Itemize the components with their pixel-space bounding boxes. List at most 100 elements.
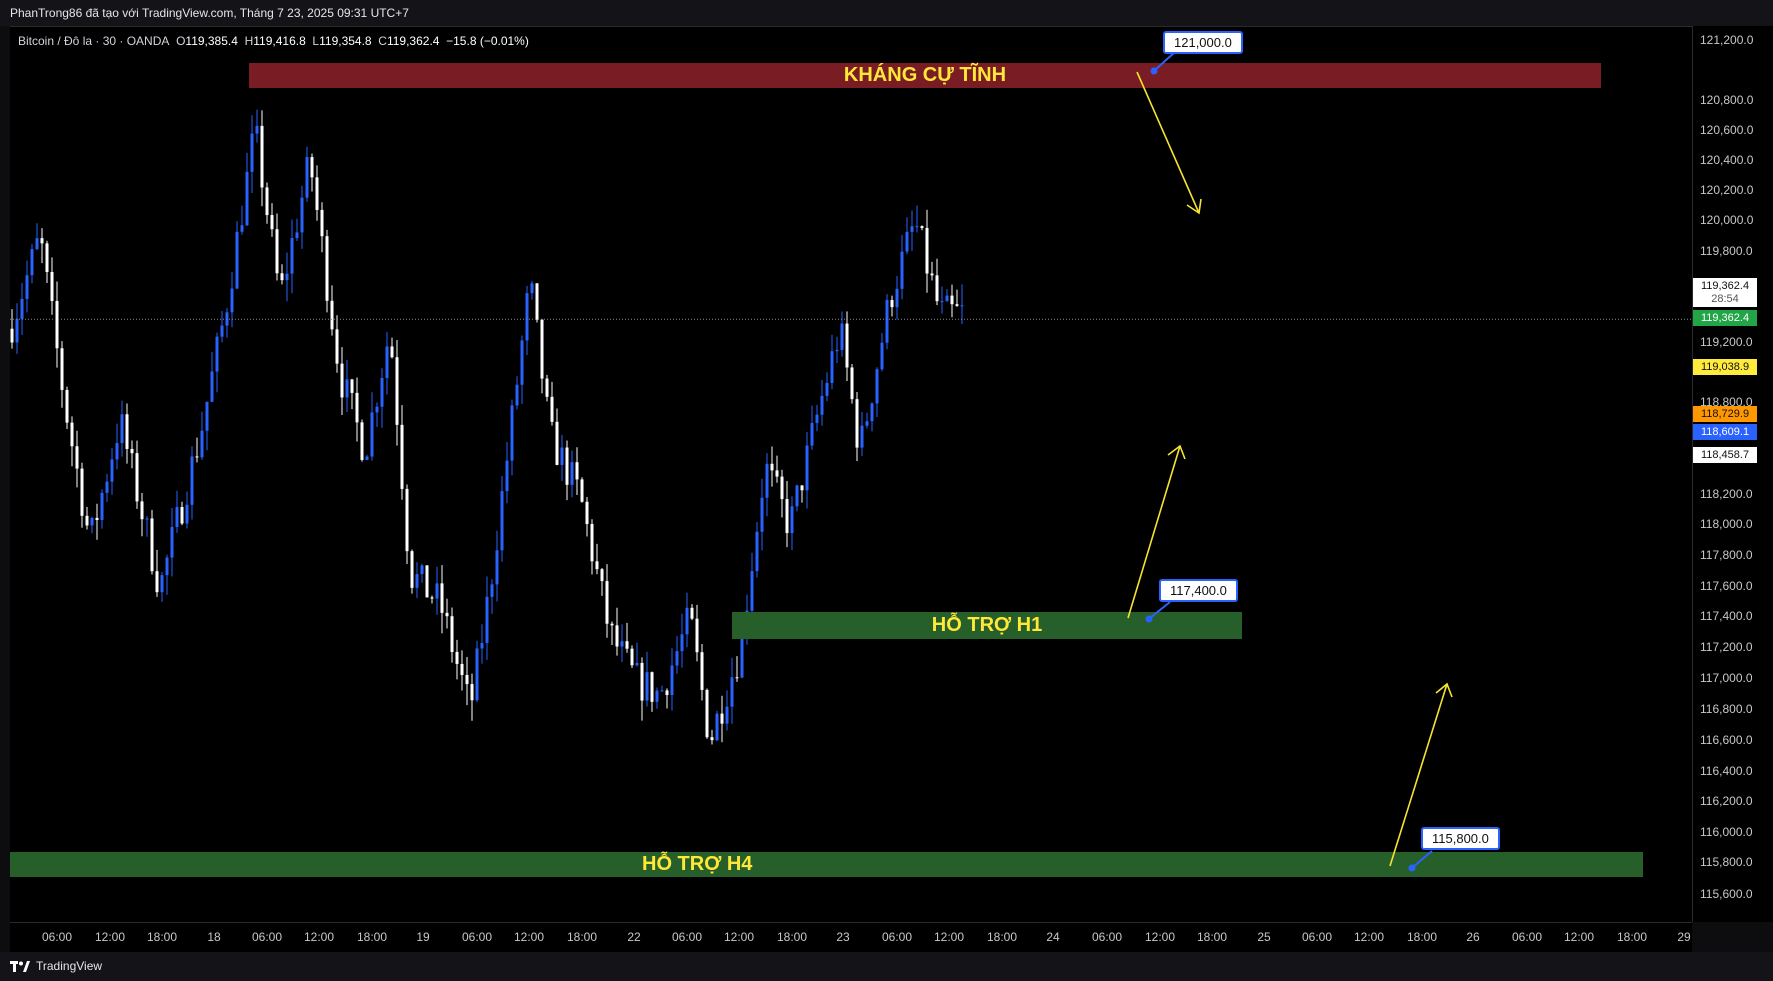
candle-body [360, 422, 364, 460]
callout-115800-text: 115,800.0 [1432, 831, 1489, 846]
price-tick: 116,600.0 [1700, 733, 1753, 747]
candle-body [615, 625, 619, 647]
support-h1-zone[interactable]: HỖ TRỢ H1 [732, 612, 1242, 639]
candle-body [190, 456, 194, 505]
candle-body [545, 378, 549, 397]
candle-body [115, 443, 119, 460]
candle-body [250, 133, 254, 172]
candle-body [885, 300, 889, 343]
candle-body [85, 515, 89, 526]
candle-body [905, 231, 909, 252]
candle-body [75, 446, 79, 469]
callout-117400[interactable]: 117,400.0 [1159, 579, 1238, 602]
candle-body [715, 713, 719, 741]
candle-body [870, 403, 874, 422]
candle-body [415, 574, 419, 588]
candle-body [170, 527, 174, 558]
candle-body [860, 425, 864, 448]
candle-body [185, 504, 189, 524]
candle-body [325, 236, 329, 301]
open-label: O [176, 34, 186, 48]
candle-body [200, 430, 204, 458]
candle-body [795, 485, 799, 507]
candle-body [585, 501, 589, 525]
time-tick: 22 [627, 930, 641, 944]
candle-body [395, 357, 399, 425]
candle-body [405, 488, 409, 552]
candle-body [210, 371, 214, 402]
candle-body [670, 665, 674, 696]
callout-115800[interactable]: 115,800.0 [1421, 827, 1500, 850]
candle-body [955, 304, 959, 306]
high-value: 119,416.8 [253, 34, 306, 48]
symbol-name: Bitcoin / Đô la · 30 · OANDA [18, 34, 170, 48]
candle-body [90, 517, 94, 526]
candle-body [25, 275, 29, 299]
price-tick: 117,400.0 [1700, 609, 1753, 623]
support-h4-zone[interactable]: HỖ TRỢ H4 [10, 852, 1643, 877]
candle-body [535, 283, 539, 320]
candle-body [725, 706, 729, 724]
candle-body [505, 460, 509, 492]
candle-body [370, 412, 374, 457]
candle-body [685, 607, 689, 635]
candle-body [680, 634, 684, 652]
candle-body [100, 492, 104, 520]
time-tick: 18:00 [1407, 930, 1438, 944]
candle-body [140, 501, 144, 520]
candle-body [835, 349, 839, 352]
candle-body [345, 379, 349, 398]
candle-body [605, 581, 609, 624]
time-tick: 23 [836, 930, 850, 944]
callout-121000[interactable]: 121,000.0 [1163, 31, 1243, 54]
candle-body [290, 238, 294, 274]
candle-body [420, 565, 424, 575]
candle-body [335, 329, 339, 364]
price-tick: 115,600.0 [1700, 887, 1753, 901]
time-tick: 06:00 [672, 930, 703, 944]
candle-body [945, 295, 949, 302]
candle-body [480, 643, 484, 649]
resistance-zone[interactable]: KHÁNG CỰ TĨNH [249, 63, 1601, 88]
candle-body [730, 677, 734, 707]
footer: TradingView [0, 952, 1773, 981]
candle-body [600, 569, 604, 582]
current-price: 119,362.4 [1700, 280, 1750, 292]
candle-body [530, 283, 534, 294]
candle-body [305, 157, 309, 198]
candle-body [130, 448, 134, 454]
price-tick: 117,800.0 [1700, 548, 1753, 562]
candle-body [310, 157, 314, 178]
price-tick: 117,000.0 [1700, 671, 1753, 685]
candle-body [695, 618, 699, 653]
time-tick: 06:00 [462, 930, 493, 944]
time-tick: 06:00 [252, 930, 283, 944]
candle-body [470, 684, 474, 701]
high-label: H [244, 34, 254, 48]
candle-body [655, 690, 659, 702]
time-tick: 29 [1677, 930, 1691, 944]
candle-body [340, 363, 344, 398]
time-tick: 12:00 [1564, 930, 1595, 944]
candle-body [135, 453, 139, 502]
price-tick: 118,000.0 [1700, 517, 1753, 531]
time-tick: 12:00 [95, 930, 126, 944]
candle-body [265, 187, 269, 216]
price-tick: 119,200.0 [1700, 335, 1753, 349]
candle-body [465, 674, 469, 685]
candle-body [810, 423, 814, 446]
candle-body [240, 225, 244, 232]
candle-body [435, 583, 439, 599]
candle-body [925, 228, 929, 274]
candle-body [590, 524, 594, 562]
candle-body [355, 392, 359, 423]
candle-body [220, 325, 224, 337]
candle-body [295, 232, 299, 239]
candle-body [790, 506, 794, 534]
candle-body [950, 295, 954, 305]
candle-body [880, 342, 884, 370]
candle-body [500, 491, 504, 551]
candle-body [385, 346, 389, 378]
candle-body [275, 229, 279, 274]
time-tick: 06:00 [882, 930, 913, 944]
